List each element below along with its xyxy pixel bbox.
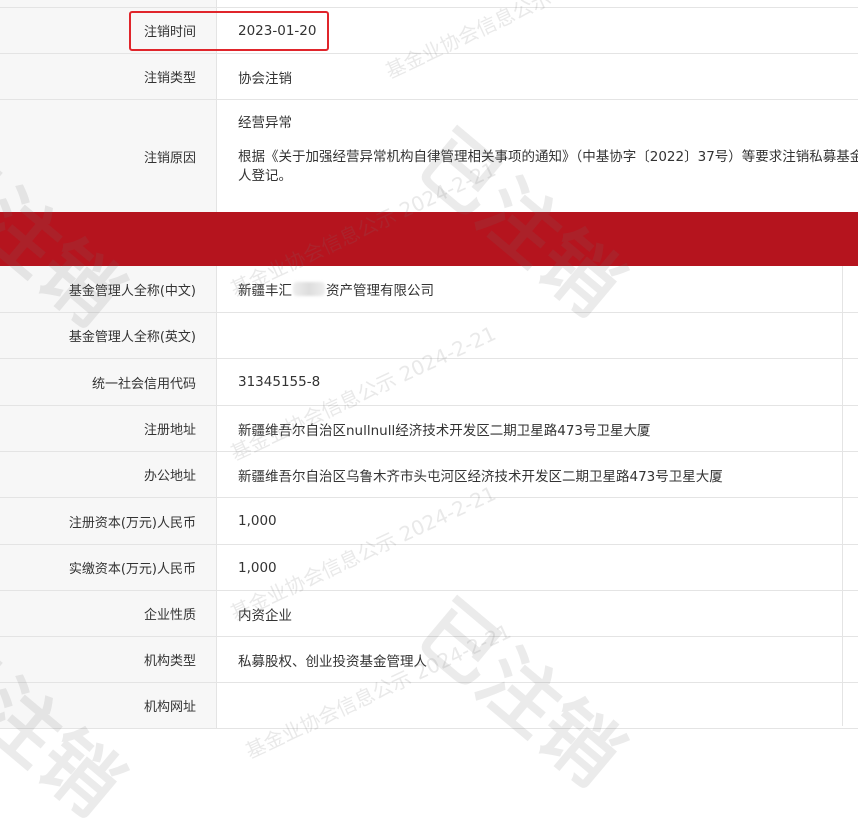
enterprise-nature-label: 企业性质 [0, 591, 217, 636]
paid-capital-label: 实缴资本(万元)人民币 [0, 545, 217, 590]
registered-address-label: 注册地址 [0, 406, 217, 451]
row-paid-capital: 实缴资本(万元)人民币 1,000 [0, 545, 858, 591]
cancel-type-label: 注销类型 [0, 54, 217, 99]
office-address-label: 办公地址 [0, 452, 217, 497]
redacted-text [293, 282, 325, 296]
row-institution-website: 机构网址 [0, 683, 858, 729]
row-registered-capital: 注册资本(万元)人民币 1,000 [0, 498, 858, 545]
row-registered-address: 注册地址 新疆维吾尔自治区nullnull经济技术开发区二期卫星路473号卫星大… [0, 406, 858, 452]
name-cn-prefix: 新疆丰汇 [238, 283, 292, 299]
row-name-cn: 基金管理人全称(中文) 新疆丰汇 资产管理有限公司 [0, 266, 858, 313]
registered-address-value: 新疆维吾尔自治区nullnull经济技术开发区二期卫星路473号卫星大厦 [238, 422, 651, 439]
institution-type-value: 私募股权、创业投资基金管理人 [238, 653, 427, 670]
cancel-reason-line2: 根据《关于加强经营异常机构自律管理相关事项的通知》（中基协字〔2022〕37号）… [238, 149, 858, 184]
cancel-reason-value: 经营异常 根据《关于加强经营异常机构自律管理相关事项的通知》（中基协字〔2022… [217, 100, 858, 212]
office-address-value: 新疆维吾尔自治区乌鲁木齐市头屯河区经济技术开发区二期卫星路473号卫星大厦 [238, 468, 723, 485]
row-cancel-type: 注销类型 协会注销 [0, 54, 858, 100]
institution-type-label: 机构类型 [0, 637, 217, 682]
row-cancel-reason: 注销原因 经营异常 根据《关于加强经营异常机构自律管理相关事项的通知》（中基协字… [0, 100, 858, 212]
cancel-type-value: 协会注销 [238, 70, 292, 87]
name-cn-suffix: 资产管理有限公司 [326, 283, 434, 299]
name-cn-label: 基金管理人全称(中文) [0, 266, 217, 312]
registered-capital-value: 1,000 [238, 513, 277, 529]
credit-code-value: 31345155-8 [238, 374, 321, 390]
cancel-reason-label: 注销原因 [0, 100, 217, 212]
name-cn-value: 新疆丰汇 资产管理有限公司 [217, 266, 858, 312]
row-name-en: 基金管理人全称(英文) [0, 313, 858, 359]
cancel-date-highlight-box [129, 11, 329, 51]
cancel-reason-line1: 经营异常 [238, 115, 292, 131]
table-right-border [842, 266, 843, 726]
institution-website-label: 机构网址 [0, 683, 217, 728]
row-office-address: 办公地址 新疆维吾尔自治区乌鲁木齐市头屯河区经济技术开发区二期卫星路473号卫星… [0, 452, 858, 498]
section-divider-bar [0, 212, 858, 266]
name-en-label: 基金管理人全称(英文) [0, 313, 217, 358]
name-en-value [217, 313, 858, 358]
registered-capital-label: 注册资本(万元)人民币 [0, 498, 217, 544]
institution-website-value [217, 683, 858, 728]
paid-capital-value: 1,000 [238, 559, 277, 576]
enterprise-nature-value: 内资企业 [238, 607, 292, 624]
row-credit-code: 统一社会信用代码 31345155-8 [0, 359, 858, 406]
row-institution-type: 机构类型 私募股权、创业投资基金管理人 [0, 637, 858, 683]
credit-code-label: 统一社会信用代码 [0, 359, 217, 405]
table-top-spacer [0, 0, 858, 8]
row-label-cell [0, 0, 217, 7]
row-enterprise-nature: 企业性质 内资企业 [0, 591, 858, 637]
